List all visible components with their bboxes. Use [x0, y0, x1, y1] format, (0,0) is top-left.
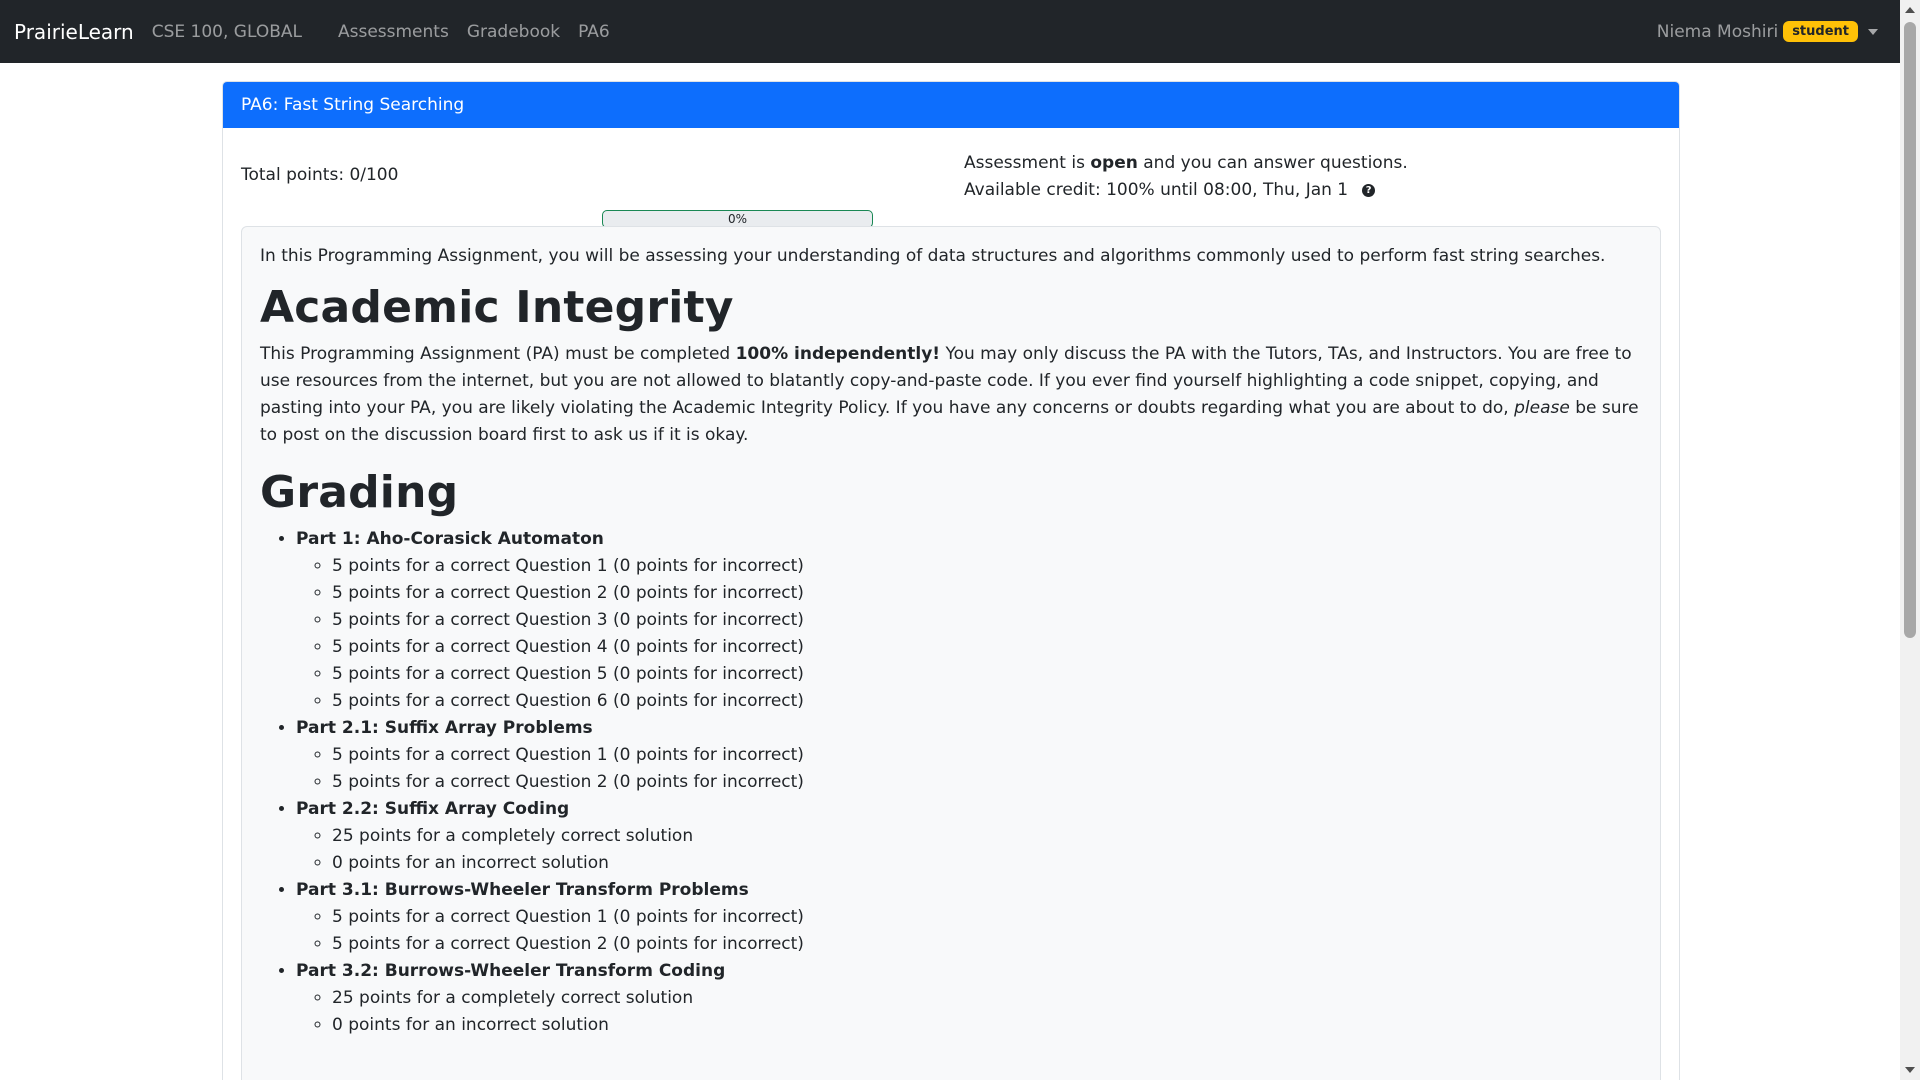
- grading-heading: Grading: [260, 466, 459, 518]
- grading-part-title: Part 3.1: Burrows-Wheeler Transform Prob…: [296, 879, 749, 900]
- assessment-card: PA6: Fast String Searching Total points:…: [222, 81, 1680, 1080]
- grading-part: Part 2.1: Suffix Array Problems 5 points …: [296, 715, 1642, 796]
- progress-label: 0%: [727, 212, 748, 226]
- scroll-down-arrow-icon[interactable]: [1905, 1067, 1915, 1073]
- grading-items: 5 points for a correct Question 1 (0 poi…: [296, 904, 1642, 958]
- integrity-paragraph: This Programming Assignment (PA) must be…: [260, 341, 1642, 449]
- grading-item: 5 points for a correct Question 1 (0 poi…: [332, 742, 1642, 769]
- nav-assessments[interactable]: Assessments: [338, 22, 449, 42]
- dropdown-caret-icon[interactable]: [1868, 28, 1878, 35]
- status-open: open: [1090, 153, 1138, 173]
- grading-list: Part 1: Aho-Corasick Automaton 5 points f…: [260, 526, 1642, 1039]
- assessment-info: Total points: 0/100 0% Assessment is ope…: [223, 128, 1679, 228]
- integrity-emphasis: please: [1514, 397, 1570, 418]
- grading-item: 5 points for a correct Question 2 (0 poi…: [332, 931, 1642, 958]
- grading-part-title: Part 2.2: Suffix Array Coding: [296, 798, 570, 819]
- grading-part-title: Part 2.1: Suffix Array Problems: [296, 717, 593, 738]
- grading-part-title: Part 3.2: Burrows-Wheeler Transform Codi…: [296, 960, 726, 981]
- available-credit: Available credit: 100% until 08:00, Thu,…: [964, 180, 1349, 200]
- grading-item: 5 points for a correct Question 1 (0 poi…: [332, 553, 1642, 580]
- grading-item: 5 points for a correct Question 6 (0 poi…: [332, 688, 1642, 715]
- grading-item: 5 points for a correct Question 4 (0 poi…: [332, 634, 1642, 661]
- brand-link[interactable]: PrairieLearn: [14, 20, 134, 44]
- nav-pa6[interactable]: PA6: [578, 22, 610, 42]
- scrollbar-thumb[interactable]: [1904, 22, 1916, 638]
- grading-item: 25 points for a completely correct solut…: [332, 823, 1642, 850]
- grading-item: 5 points for a correct Question 2 (0 poi…: [332, 580, 1642, 607]
- total-points: Total points: 0/100: [241, 165, 399, 185]
- help-icon[interactable]: ?: [1362, 183, 1376, 197]
- assessment-status: Assessment is open and you can answer qu…: [964, 150, 1408, 204]
- grading-part: Part 2.2: Suffix Array Coding 25 points f…: [296, 796, 1642, 877]
- grading-item: 5 points for a correct Question 3 (0 poi…: [332, 607, 1642, 634]
- grading-item: 0 points for an incorrect solution: [332, 850, 1642, 877]
- assessment-title: PA6: Fast String Searching: [223, 82, 1679, 128]
- assessment-instructions: In this Programming Assignment, you will…: [241, 226, 1661, 1080]
- integrity-heading: Academic Integrity: [260, 282, 734, 333]
- status-prefix: Assessment is: [964, 153, 1091, 173]
- grading-items: 5 points for a correct Question 1 (0 poi…: [296, 553, 1642, 715]
- grading-item: 5 points for a correct Question 1 (0 poi…: [332, 904, 1642, 931]
- grading-items: 25 points for a completely correct solut…: [296, 823, 1642, 877]
- status-suffix: and you can answer questions.: [1137, 153, 1408, 173]
- grading-item: 25 points for a completely correct solut…: [332, 985, 1642, 1012]
- integrity-text-1: This Programming Assignment (PA) must be…: [260, 343, 736, 364]
- grading-part: Part 3.2: Burrows-Wheeler Transform Codi…: [296, 958, 1642, 1039]
- integrity-bold: 100% independently!: [735, 343, 941, 364]
- grading-part: Part 3.1: Burrows-Wheeler Transform Prob…: [296, 877, 1642, 958]
- scroll-up-arrow-icon[interactable]: [1905, 7, 1915, 13]
- course-link[interactable]: CSE 100, GLOBAL: [152, 22, 302, 42]
- nav-gradebook[interactable]: Gradebook: [467, 22, 560, 42]
- grading-part-title: Part 1: Aho-Corasick Automaton: [296, 528, 604, 549]
- grading-item: 5 points for a correct Question 5 (0 poi…: [332, 661, 1642, 688]
- grading-items: 25 points for a completely correct solut…: [296, 985, 1642, 1039]
- intro-text: In this Programming Assignment, you will…: [260, 246, 1606, 266]
- user-name[interactable]: Niema Moshiri: [1657, 22, 1778, 42]
- grading-item: 0 points for an incorrect solution: [332, 1012, 1642, 1039]
- page-scrollbar[interactable]: [1900, 0, 1920, 1080]
- top-navbar: PrairieLearn CSE 100, GLOBAL Assessments…: [0, 0, 1900, 63]
- grading-part: Part 1: Aho-Corasick Automaton 5 points f…: [296, 526, 1642, 715]
- role-badge: student: [1783, 21, 1858, 42]
- grading-item: 5 points for a correct Question 2 (0 poi…: [332, 769, 1642, 796]
- user-menu[interactable]: Niema Moshiri student: [1657, 21, 1878, 42]
- grading-items: 5 points for a correct Question 1 (0 poi…: [296, 742, 1642, 796]
